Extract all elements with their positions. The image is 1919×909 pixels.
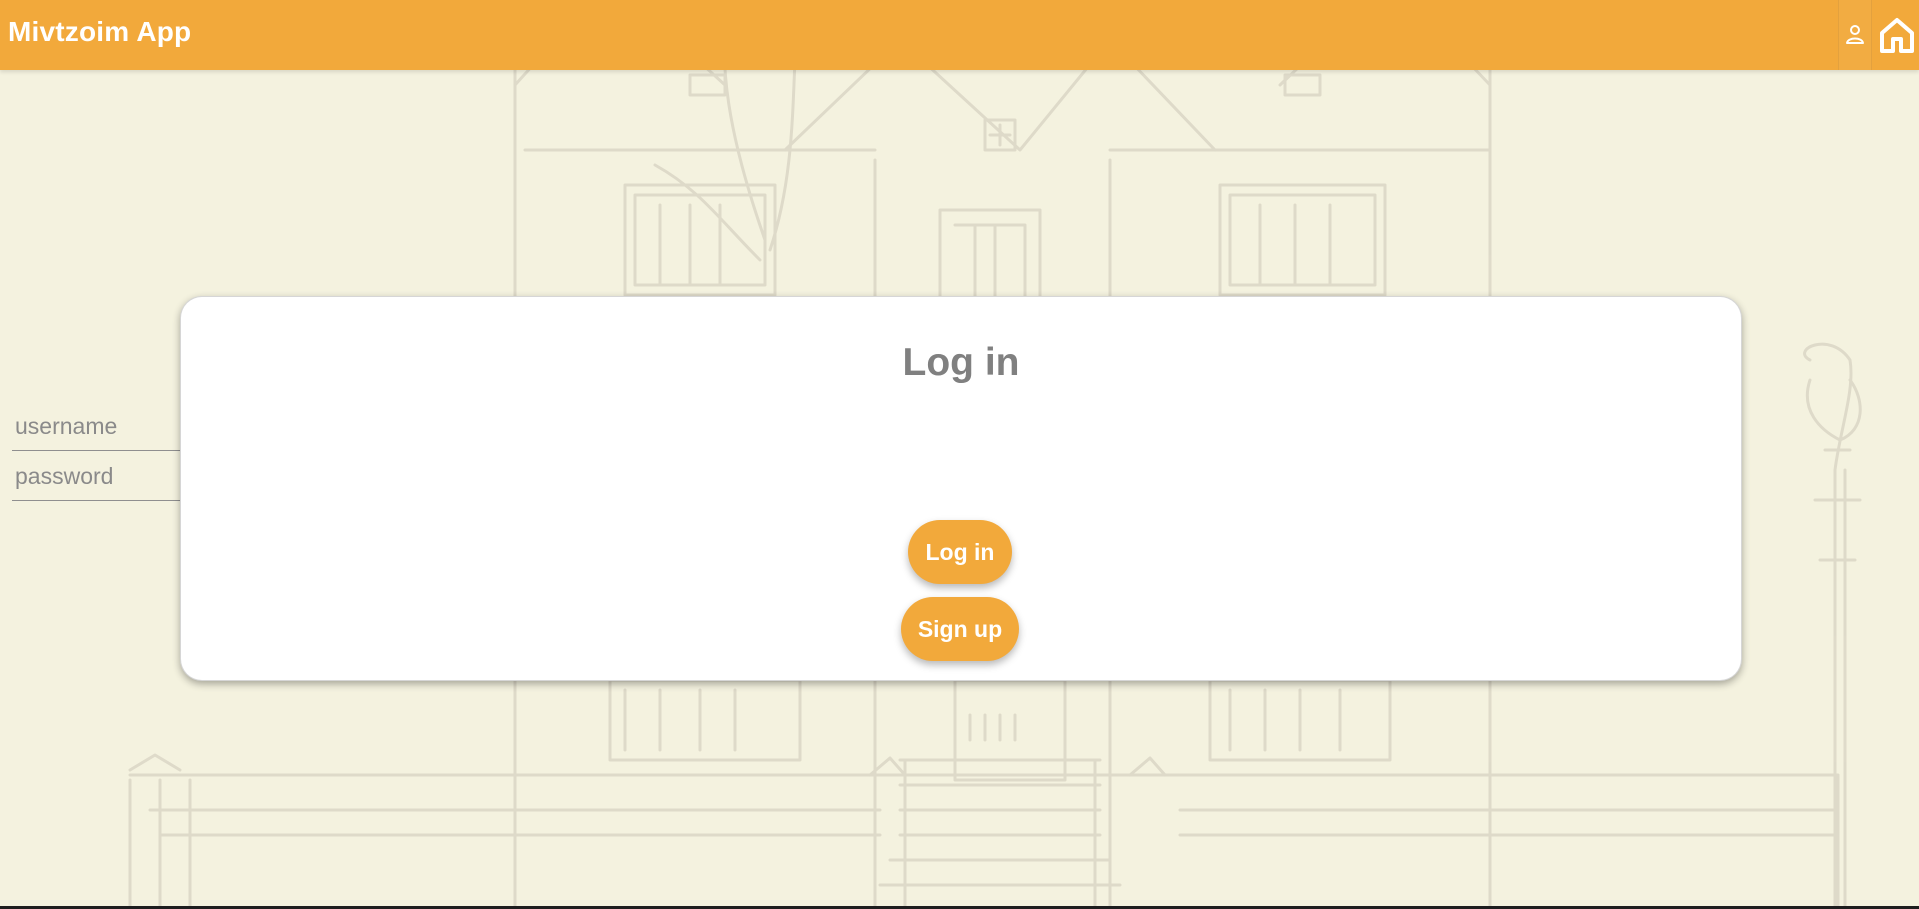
- user-icon: [1846, 25, 1864, 44]
- login-title: Log in: [902, 341, 1020, 384]
- home-button[interactable]: [1874, 0, 1919, 70]
- home-icon: [1879, 18, 1914, 53]
- app-title: Mivtzoim App: [8, 16, 192, 47]
- signup-button[interactable]: Sign up: [901, 597, 1019, 661]
- user-profile-button[interactable]: [1838, 0, 1872, 70]
- login-button[interactable]: Log in: [908, 520, 1012, 584]
- app-header: Mivtzoim App: [0, 0, 1919, 70]
